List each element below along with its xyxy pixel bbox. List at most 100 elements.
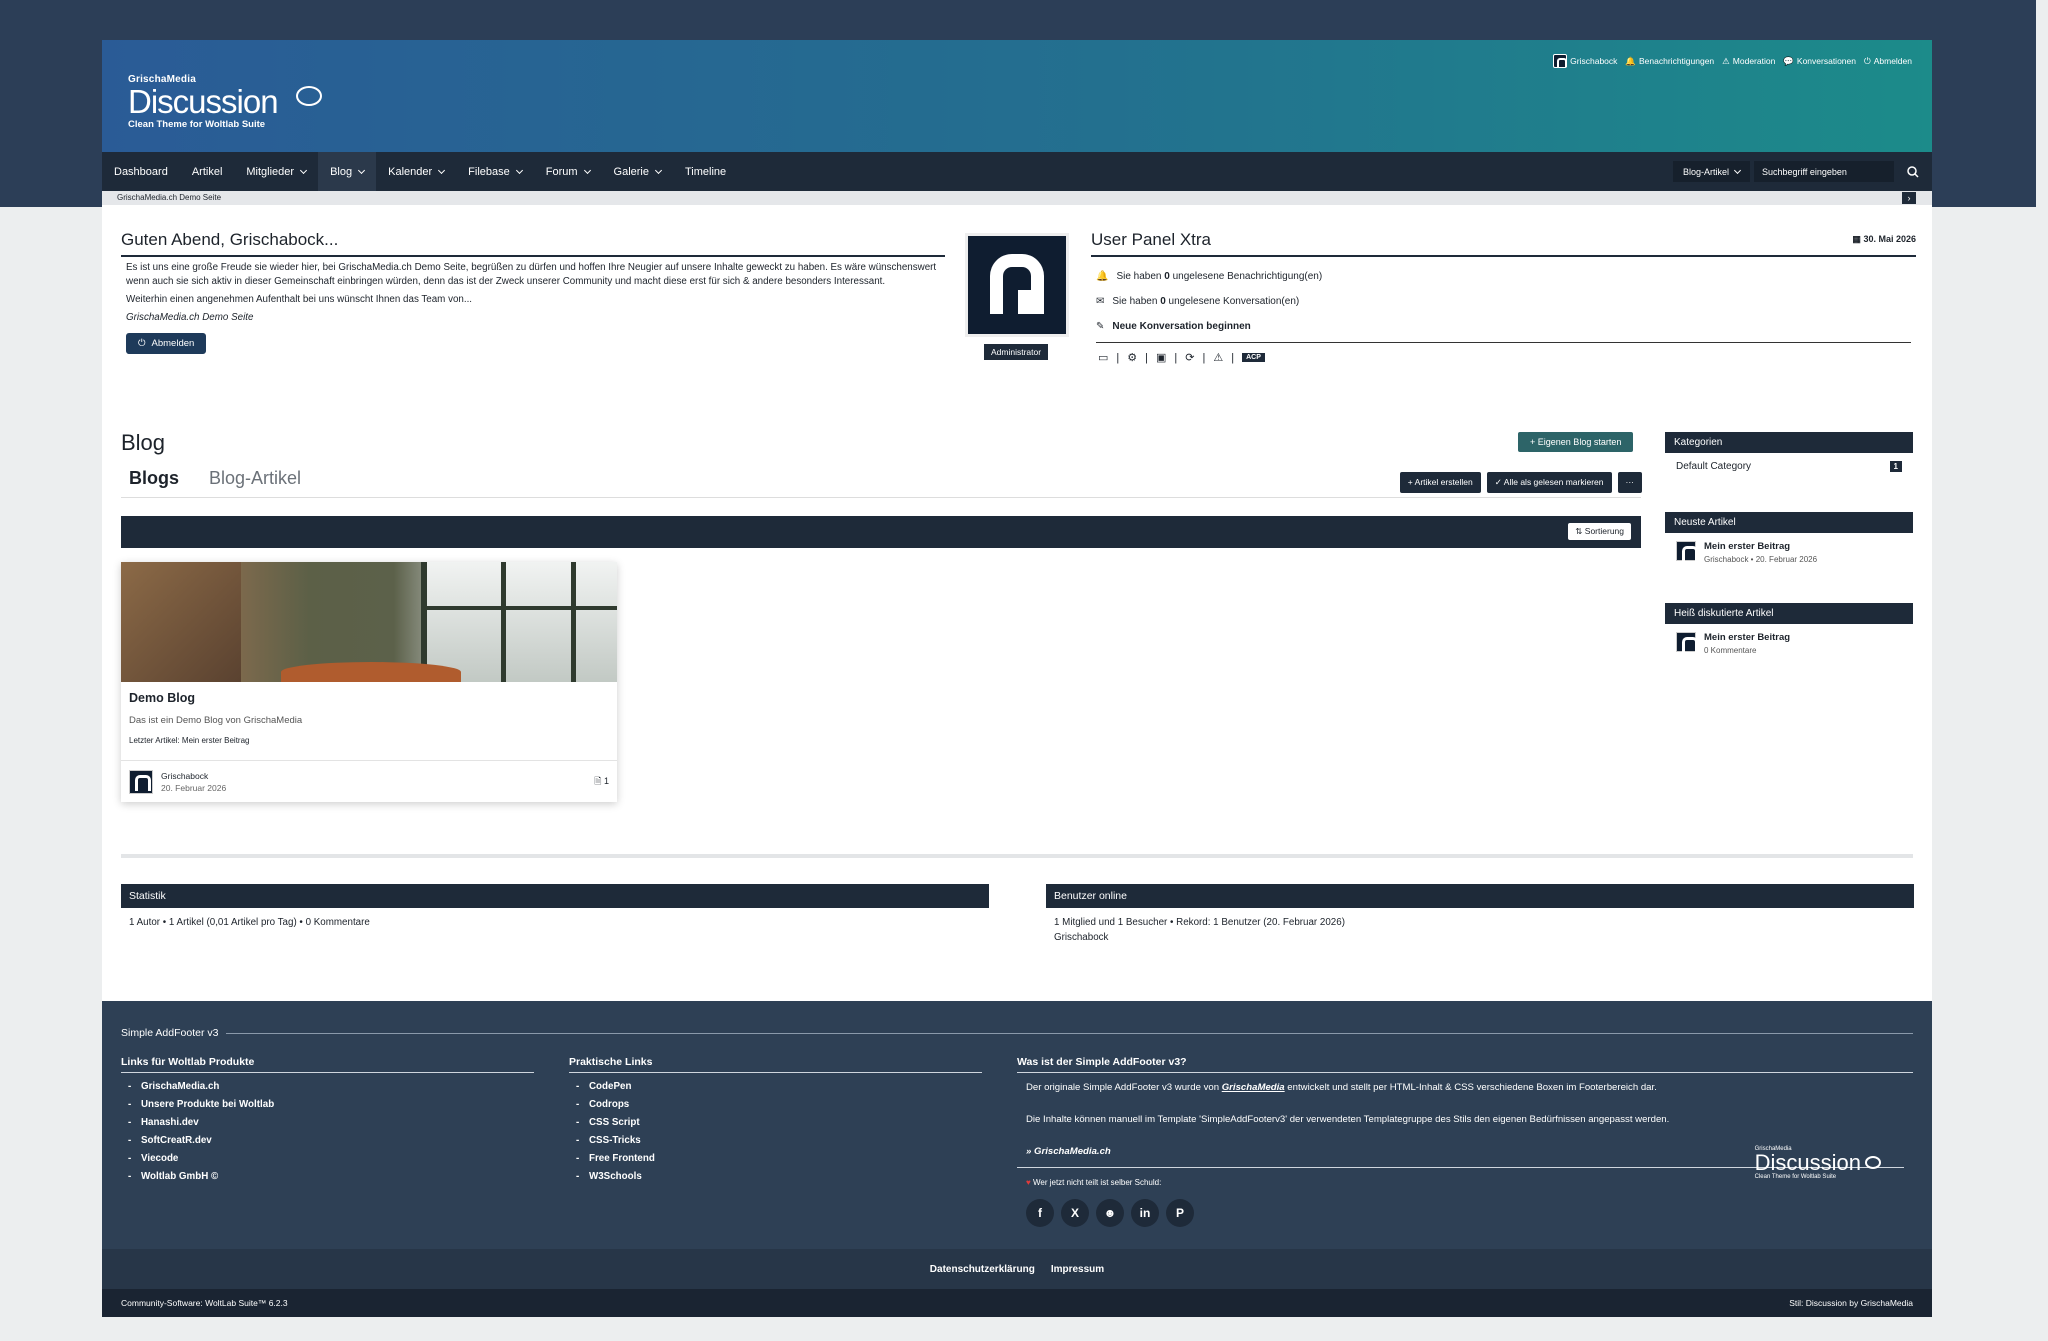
id-card-icon[interactable]: ▭ <box>1098 351 1108 364</box>
search-scope-label: Blog-Artikel <box>1682 166 1729 177</box>
blog-description: Das ist ein Demo Blog von GrischaMedia <box>129 715 303 726</box>
footer-link[interactable]: W3Schools <box>576 1171 982 1182</box>
table <box>281 662 461 682</box>
acp-link[interactable]: ACP <box>1242 353 1265 362</box>
nav-item-kalender[interactable]: Kalender <box>376 152 456 191</box>
x-icon[interactable]: X <box>1061 1199 1089 1227</box>
facebook-icon[interactable]: f <box>1026 1199 1054 1227</box>
nav-item-filebase[interactable]: Filebase <box>456 152 534 191</box>
user-panel: User Panel Xtra ▦ 30. Mai 2026 🔔 Sie habe… <box>1091 230 1916 372</box>
search-scope-select[interactable]: Blog-Artikel <box>1672 161 1750 182</box>
pinterest-icon[interactable]: P <box>1166 1199 1194 1227</box>
footer-about-text: Der originale Simple AddFooter v3 wurde … <box>1026 1081 1904 1095</box>
copyright-text[interactable]: Community-Software: WoltLab Suite™ 6.2.3 <box>121 1298 288 1308</box>
avatar[interactable] <box>965 233 1069 337</box>
footer-link[interactable]: CSS Script <box>576 1117 982 1128</box>
logout-button[interactable]: ⏻ Abmelden <box>126 333 207 354</box>
new-conversation-link[interactable]: ✎ Neue Konversation beginnen <box>1096 321 1911 332</box>
divider: | <box>1145 351 1148 364</box>
warning-icon[interactable]: ⚠ <box>1213 351 1223 364</box>
avatar[interactable] <box>129 769 153 794</box>
privacy-link[interactable]: Datenschutzerklärung <box>930 1264 1035 1275</box>
blog-card[interactable]: Demo Blog Das ist ein Demo Blog von Gris… <box>121 562 617 802</box>
start-blog-button[interactable]: + Eigenen Blog starten <box>1518 432 1634 452</box>
category-item[interactable]: Default Category 1 <box>1665 453 1913 480</box>
nav-label: Galerie <box>613 165 649 178</box>
logout-link[interactable]: ⏻ Abmelden <box>1864 56 1912 67</box>
sidebar-heading: Heiß diskutierte Artikel <box>1665 603 1913 624</box>
nav-item-artikel[interactable]: Artikel <box>180 152 235 191</box>
footer-link[interactable]: Codrops <box>576 1099 982 1110</box>
chevron-down-icon <box>583 166 591 174</box>
tab-blogs[interactable]: Blogs <box>129 468 179 489</box>
latest-article-item[interactable]: Mein erster Beitrag Grischabock • 20. Feb… <box>1665 533 1913 572</box>
refresh-icon[interactable]: ⟳ <box>1185 351 1194 364</box>
footer-link[interactable]: Free Frontend <box>576 1153 982 1164</box>
footer-link[interactable]: GrischaMedia.ch <box>128 1081 534 1092</box>
reddit-icon[interactable]: ☻ <box>1096 1199 1124 1227</box>
last-article[interactable]: Letzter Artikel: Mein erster Beitrag <box>129 736 609 745</box>
search-input[interactable]: Suchbegriff eingeben <box>1754 161 1894 182</box>
footer-link[interactable]: Hanashi.dev <box>128 1117 534 1128</box>
nav-item-galerie[interactable]: Galerie <box>602 152 673 191</box>
footer-link[interactable]: CodePen <box>576 1081 982 1092</box>
online-text: 1 Mitglied und 1 Besucher • Rekord: 1 Be… <box>1054 917 1345 928</box>
notifications-link[interactable]: 🔔 Benachrichtigungen <box>1625 56 1714 67</box>
author-name[interactable]: Grischabock <box>161 770 226 782</box>
footer-about-pre: Der originale Simple AddFooter v3 wurde … <box>1026 1082 1222 1093</box>
moderation-link[interactable]: ⚠ Moderation <box>1722 56 1775 67</box>
logo-tagline: Clean Theme for Woltlab Suite <box>128 119 266 130</box>
footer-column-about: Was ist der Simple AddFooter v3? Der ori… <box>1017 1056 1913 1236</box>
user-menu: Grischabock 🔔 Benachrichtigungen ⚠ Moderat… <box>1553 54 1912 68</box>
conversation-status[interactable]: ✉ Sie haben 0 ungelesene Konversation(en) <box>1096 296 1911 307</box>
page-shell: GrischaMedia Discussion Clean Theme for … <box>102 40 1932 1317</box>
more-options-button[interactable]: ··· <box>1617 472 1642 493</box>
hot-article-item[interactable]: Mein erster Beitrag 0 Kommentare <box>1665 624 1913 663</box>
conversations-link[interactable]: 💬 Konversationen <box>1783 56 1856 67</box>
imprint-link[interactable]: Impressum <box>1051 1264 1104 1275</box>
nav-item-forum[interactable]: Forum <box>534 152 602 191</box>
sidebar-latest: Neuste Artikel Mein erster Beitrag Grisch… <box>1665 512 1913 572</box>
nav-item-blog[interactable]: Blog <box>318 152 377 191</box>
divider: | <box>1231 351 1235 364</box>
image-icon[interactable]: ▣ <box>1156 351 1166 364</box>
window <box>421 562 617 682</box>
category-count: 1 <box>1889 461 1902 472</box>
footer-link[interactable]: Viecode <box>128 1153 534 1164</box>
footer-about-text-2: Die Inhalte können manuell im Template '… <box>1026 1114 1670 1125</box>
footer-title: Simple AddFooter v3 <box>121 1027 1913 1039</box>
search-button[interactable] <box>1894 152 1932 191</box>
chevron-right-icon[interactable]: › <box>1902 192 1916 204</box>
nav-item-timeline[interactable]: Timeline <box>673 152 738 191</box>
nav-item-mitglieder[interactable]: Mitglieder <box>234 152 318 191</box>
user-settings-icon[interactable]: ⚙ <box>1127 351 1137 364</box>
linkedin-icon[interactable]: in <box>1131 1199 1159 1227</box>
style-credit[interactable]: Stil: Discussion by GrischaMedia <box>1789 1298 1913 1308</box>
chevron-down-icon <box>515 166 523 174</box>
nav-label: Filebase <box>468 165 510 178</box>
footer-link[interactable]: SoftCreatR.dev <box>128 1135 534 1146</box>
page-background-right <box>2036 0 2048 207</box>
footer-logo-name: Discussion <box>1754 1150 1861 1175</box>
user-rank-badge: Administrator <box>984 344 1049 360</box>
mark-all-read-button[interactable]: ✓ Alle als gelesen markieren <box>1486 472 1612 493</box>
notification-status[interactable]: 🔔 Sie haben 0 ungelesene Benachrichtigung… <box>1096 271 1911 282</box>
blog-title[interactable]: Demo Blog <box>129 691 609 705</box>
footer-link[interactable]: Woltlab GmbH © <box>128 1171 534 1182</box>
breadcrumb-link[interactable]: GrischaMedia.ch Demo Seite <box>117 193 221 202</box>
online-user[interactable]: Grischabock <box>1054 932 1906 943</box>
footer-column-woltlab: Links für Woltlab Produkte GrischaMedia.… <box>121 1056 534 1182</box>
nav-item-dashboard[interactable]: Dashboard <box>102 152 180 191</box>
welcome-text-2: Weiterhin einen angenehmen Aufenthalt be… <box>126 294 473 305</box>
footer-link[interactable]: CSS-Tricks <box>576 1135 982 1146</box>
create-article-button[interactable]: + Artikel erstellen <box>1399 472 1481 493</box>
nav-label: Blog <box>330 165 353 178</box>
sort-button[interactable]: ⇅ Sortierung <box>1568 523 1631 540</box>
tab-blog-artikel[interactable]: Blog-Artikel <box>209 468 301 489</box>
footer-link[interactable]: Unsere Produkte bei Woltlab <box>128 1099 534 1110</box>
footer-inline-link[interactable]: GrischaMedia <box>1222 1082 1285 1093</box>
footer-column-title: Was ist der Simple AddFooter v3? <box>1017 1056 1913 1073</box>
sort-bar: ⇅ Sortierung <box>121 516 1641 548</box>
site-logo[interactable]: GrischaMedia Discussion Clean Theme for … <box>128 74 322 130</box>
user-profile-link[interactable]: Grischabock <box>1553 54 1617 68</box>
